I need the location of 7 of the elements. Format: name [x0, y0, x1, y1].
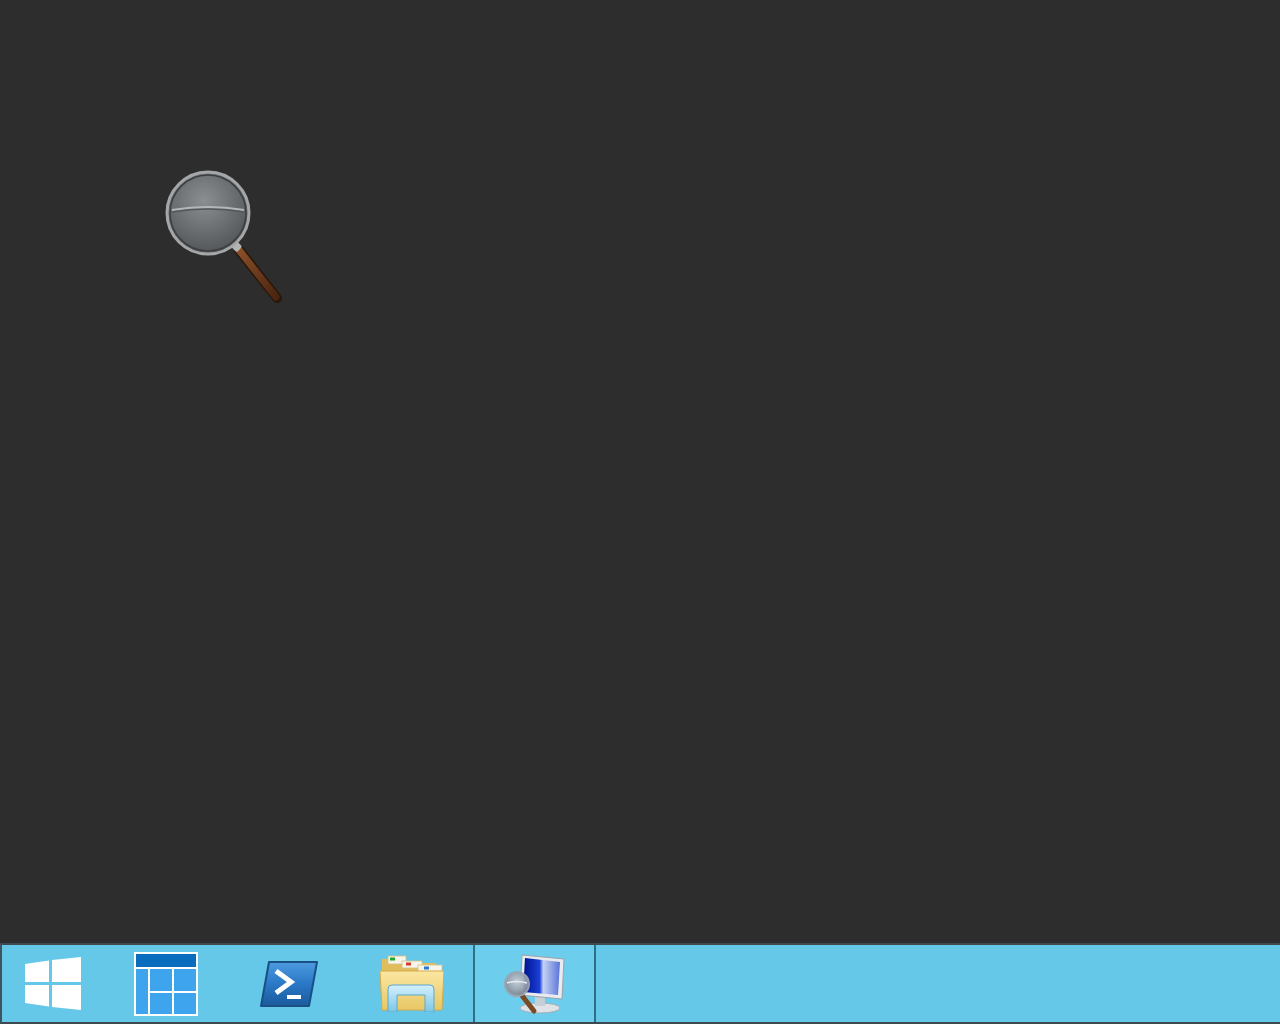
terminal-prompt-icon [259, 960, 318, 1007]
windows-logo-icon [25, 957, 81, 1010]
magnifying-glass-icon[interactable] [165, 170, 283, 304]
folder-icon [379, 955, 444, 1012]
monitor-magnifier-icon [503, 952, 566, 1015]
taskbar-button[interactable] [473, 945, 596, 1022]
window-grid-icon [133, 951, 198, 1016]
